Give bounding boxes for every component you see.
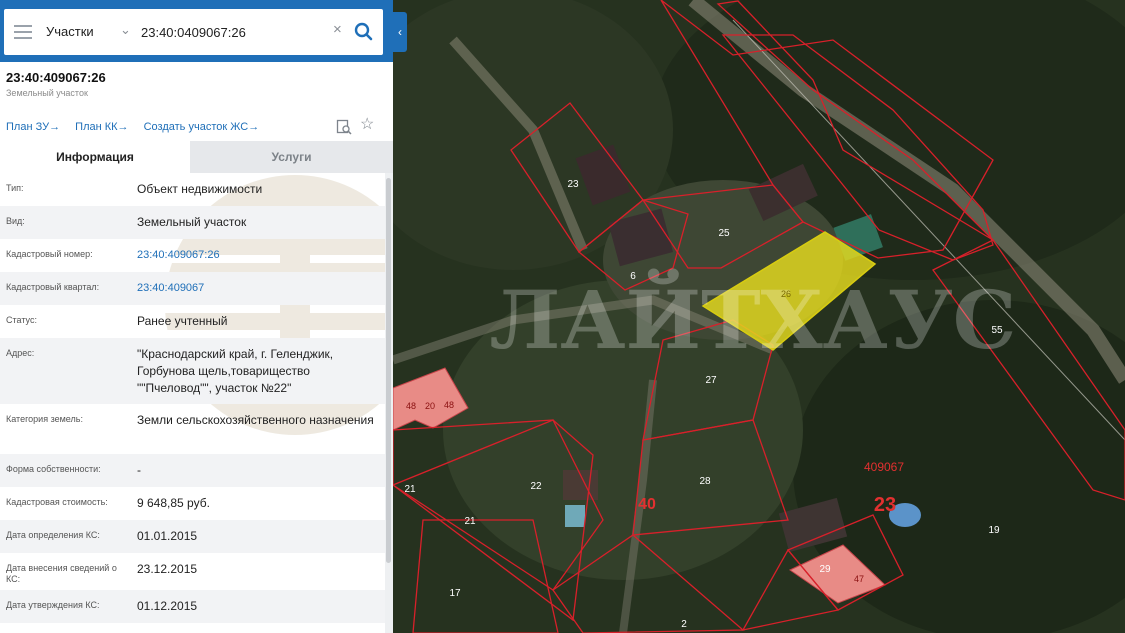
action-links: План ЗУ→ План КК→ Создать участок ЖС→ [6, 121, 271, 133]
info-row-link[interactable]: 23:40:409067:26 [137, 247, 382, 264]
parcel-label-29[interactable]: 29 [819, 564, 831, 575]
info-row-value: Земельный участок [137, 215, 247, 229]
info-row-key: Категория земель: [6, 414, 83, 424]
object-title: 23:40:409067:26 [6, 70, 106, 85]
info-row: Дата внесения сведений о КС: 23.12.2015 [0, 553, 385, 590]
collapse-panel-button[interactable]: ‹ [393, 12, 407, 52]
parcel-label-21[interactable]: 21 [404, 484, 416, 495]
parcel-label-6[interactable]: 6 [630, 271, 636, 282]
info-row: Форма собственности: - [0, 454, 385, 487]
parcel-label-19[interactable]: 19 [988, 525, 1000, 536]
parcel-label-48[interactable]: 48 [444, 400, 454, 410]
info-row: Вид: Земельный участок [0, 206, 385, 239]
menu-icon[interactable] [14, 25, 32, 39]
info-row-key: Кадастровая стоимость: [6, 497, 108, 507]
info-panel: Участки ⌄ × 23:40:409067:26 Земельный уч… [0, 0, 393, 633]
info-row-value: Земли сельскохозяйственного назначения [137, 413, 374, 427]
search-button[interactable] [349, 16, 379, 48]
create-parcel-link[interactable]: Создать участок ЖС→ [144, 121, 260, 133]
parcel-label-26[interactable]: 26 [781, 289, 791, 299]
map-canvas[interactable]: ЛАЙТХАУС 23 6 25 26 27 55 48 20 48 21 22… [393, 0, 1125, 633]
parcel-label-27[interactable]: 27 [705, 375, 717, 386]
info-row-value: Объект недвижимости [137, 182, 263, 196]
layer-select[interactable]: Участки [46, 24, 94, 39]
info-row-value: 23.12.2015 [137, 562, 198, 576]
info-row-key: Форма собственности: [6, 464, 101, 474]
info-row-value: 01.01.2015 [137, 529, 198, 543]
map-view[interactable]: ЛАЙТХАУС 23 6 25 26 27 55 48 20 48 21 22… [393, 0, 1125, 633]
info-row: Дата определения КС: 01.01.2015 [0, 520, 385, 553]
search-box: Участки ⌄ × [4, 9, 383, 55]
tab-services[interactable]: Услуги [190, 141, 393, 173]
tab-information[interactable]: Информация [0, 141, 190, 173]
parcel-label-25[interactable]: 25 [718, 228, 730, 239]
info-row: Кадастровый квартал: 23:40:409067 [0, 272, 385, 305]
info-row: Кадастровая стоимость: 9 648,85 руб. [0, 487, 385, 520]
chevron-down-icon[interactable]: ⌄ [120, 22, 131, 38]
parcel-label-17[interactable]: 17 [449, 588, 461, 599]
object-subtitle: Земельный участок [6, 88, 88, 98]
info-row-value: - [137, 463, 141, 477]
favorite-star-icon[interactable]: ☆ [360, 117, 374, 133]
pool [565, 505, 585, 527]
map-search-button[interactable] [336, 119, 352, 135]
info-row-key: Тип: [6, 183, 24, 193]
info-row-value: 9 648,85 руб. [137, 496, 210, 510]
map-watermark: ЛАЙТХАУС [490, 267, 1017, 367]
info-row: Тип: Объект недвижимости [0, 173, 385, 206]
info-row-key: Вид: [6, 216, 25, 226]
search-input[interactable] [141, 21, 326, 43]
parcel-label-20[interactable]: 20 [425, 401, 435, 411]
parcel-label-21[interactable]: 21 [464, 516, 476, 527]
info-row-key: Дата утверждения КС: [6, 600, 100, 610]
quarter-number-label[interactable]: 23 [874, 494, 896, 516]
document-search-icon [336, 119, 352, 135]
parcel-label-23[interactable]: 23 [567, 179, 579, 190]
close-icon[interactable]: × [333, 21, 342, 38]
info-row: Категория земель: Земли сельскохозяйствен… [0, 404, 385, 454]
search-icon [354, 22, 373, 41]
plan-zu-link[interactable]: План ЗУ→ [6, 121, 60, 133]
parcel-label-28[interactable]: 28 [699, 476, 711, 487]
parcel-label-22[interactable]: 22 [530, 481, 542, 492]
info-row-link[interactable]: 23:40:409067 [137, 280, 382, 297]
parcel-label-48[interactable]: 48 [406, 401, 416, 411]
plan-kk-link[interactable]: План КК→ [75, 121, 128, 133]
parcel-label-47[interactable]: 47 [854, 574, 864, 584]
scrollbar-thumb[interactable] [386, 178, 391, 563]
info-row-key: Кадастровый квартал: [6, 282, 100, 292]
app-window: ЛАЙТХАУС 23 6 25 26 27 55 48 20 48 21 22… [0, 0, 1125, 633]
info-row: Кадастровый номер: 23:40:409067:26 [0, 239, 385, 272]
info-row-value: Ранее учтенный [137, 314, 228, 328]
quarter-label[interactable]: 409067 [864, 460, 904, 474]
info-row: Адрес: "Краснодарский край, г. Геленджик,… [0, 338, 385, 404]
block-label-40[interactable]: 40 [638, 496, 656, 513]
info-row: Статус: Ранее учтенный [0, 305, 385, 338]
info-row-key: Дата внесения сведений о КС: [6, 563, 117, 584]
info-row: Дата утверждения КС: 01.12.2015 [0, 590, 385, 623]
info-row-value: "Краснодарский край, г. Геленджик, Горбу… [137, 347, 334, 395]
info-row-value: 01.12.2015 [137, 599, 198, 613]
info-row-key: Статус: [6, 315, 37, 325]
info-table: Тип: Объект недвижимости Вид: Земельный уча… [0, 173, 385, 633]
info-row-key: Адрес: [6, 348, 35, 358]
parcel-label-55[interactable]: 55 [991, 325, 1003, 336]
panel-tabs: Информация Услуги [0, 141, 393, 173]
search-bar: Участки ⌄ × [0, 0, 393, 62]
info-row-key: Кадастровый номер: [6, 249, 93, 259]
parcel-label-2[interactable]: 2 [681, 619, 687, 630]
chevron-left-icon: ‹ [398, 25, 402, 39]
info-row-key: Дата определения КС: [6, 530, 100, 540]
